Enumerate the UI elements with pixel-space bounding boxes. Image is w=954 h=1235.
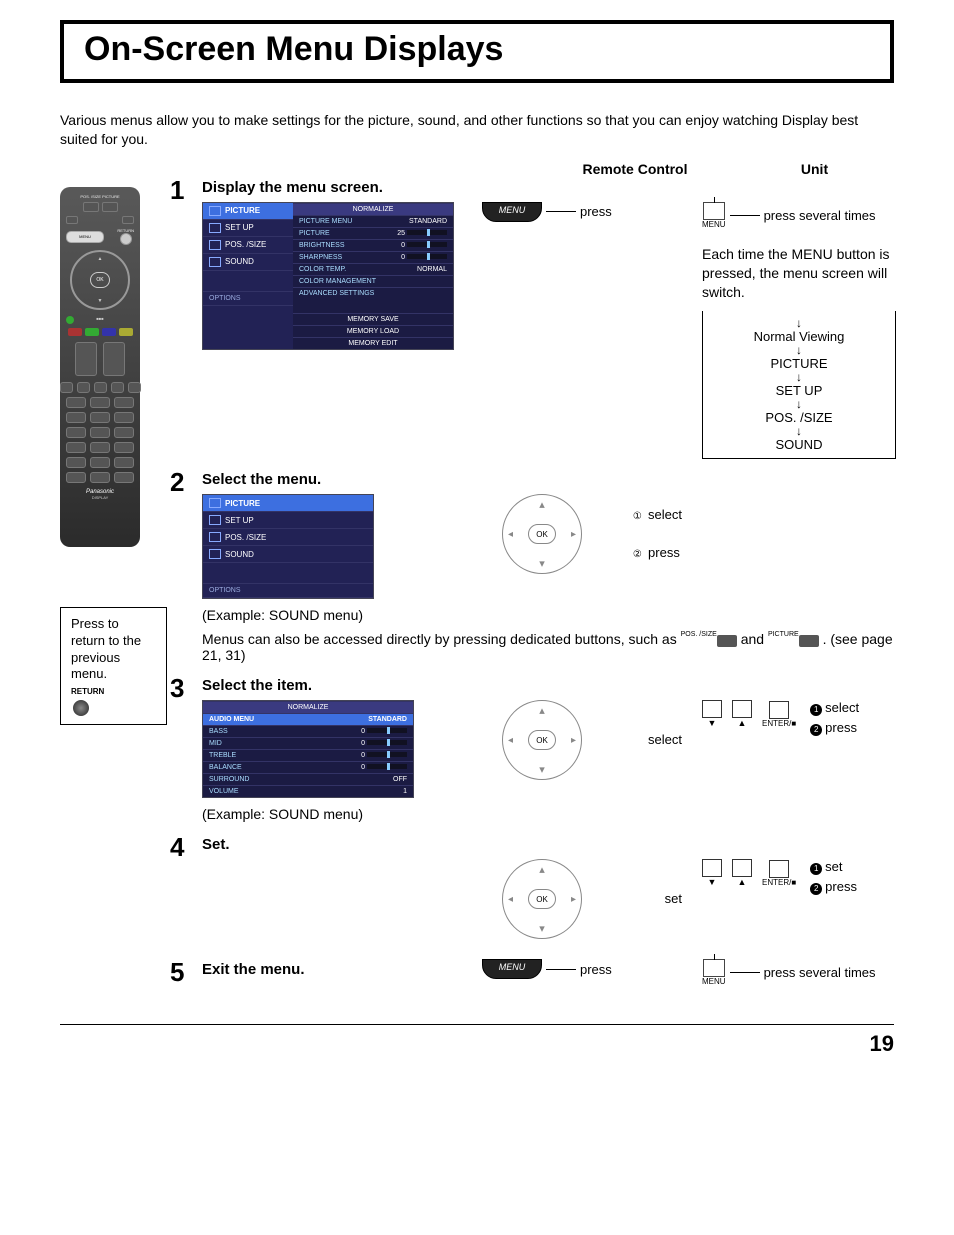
step5-rc-action: press	[580, 962, 612, 977]
step2-select-label: select	[648, 507, 682, 522]
remote-ok-button: OK	[90, 272, 110, 288]
step-5-heading: Exit the menu.	[202, 961, 472, 978]
remote-menu-button: MENU	[66, 231, 104, 243]
menu-button-icon-step5: MENU	[482, 959, 542, 979]
page-title-box: On-Screen Menu Displays	[60, 20, 894, 83]
column-header-remote: Remote Control	[535, 161, 735, 177]
step-3-heading: Select the item.	[202, 677, 896, 694]
page-title: On-Screen Menu Displays	[84, 30, 870, 69]
step-5-number: 5	[170, 959, 202, 985]
menu-flow-diagram: ↓ Normal Viewing ↓ PICTURE ↓ SET UP ↓ PO…	[702, 311, 896, 459]
step-1: 1 Display the menu screen. PICTURE SET U…	[170, 177, 896, 460]
remote-dpad: OK	[70, 250, 130, 310]
step3-select-label: select	[648, 732, 682, 747]
step-4: 4 Set. ◂▸ OK set	[170, 834, 896, 939]
picture-button-icon	[799, 635, 819, 647]
step5-unit-action: press several times	[764, 965, 876, 980]
menu-button-icon: MENU	[482, 202, 542, 222]
step3-example-note: (Example: SOUND menu)	[202, 806, 472, 822]
step1-unit-action: press several times	[764, 208, 876, 223]
intro-text: Various menus allow you to make settings…	[60, 111, 894, 149]
osd-sound-menu: NORMALIZE AUDIO MENUSTANDARD BASS0 MID0 …	[202, 700, 414, 798]
remote-brand-sub: DISPLAY	[92, 495, 109, 500]
dpad-diagram-step3: ◂▸ OK	[502, 700, 582, 780]
step1-unit-note: Each time the MENU button is pressed, th…	[702, 245, 896, 302]
return-button-label: RETURN	[71, 687, 156, 697]
step-2-number: 2	[170, 469, 202, 495]
remote-control-illustration: POS. /SIZE PICTURE MENU RETURN OK ■■■	[60, 187, 140, 547]
step-2-heading: Select the menu.	[202, 471, 896, 488]
remote-return-button	[120, 233, 132, 245]
step-3: 3 Select the item. NORMALIZE AUDIO MENUS…	[170, 675, 896, 824]
step1-rc-action: press	[580, 204, 612, 219]
step-4-number: 4	[170, 834, 202, 860]
dpad-diagram: ◂▸ OK	[502, 494, 582, 574]
column-header-unit: Unit	[735, 161, 894, 177]
remote-button-grid	[66, 382, 134, 483]
return-button-icon	[73, 700, 89, 716]
step2-direct-access-note: Menus can also be accessed directly by p…	[202, 631, 896, 663]
column-headers: Remote Control Unit	[60, 161, 894, 177]
unit-menu-label: MENU	[702, 220, 726, 229]
step4-set-label: set	[665, 891, 682, 906]
osd-menu-list: PICTURE SET UP POS. /SIZE SOUND OPTIONS	[202, 494, 374, 599]
step-2: 2 Select the menu. PICTURE SET UP POS. /…	[170, 469, 896, 665]
step-1-number: 1	[170, 177, 202, 203]
page-number: 19	[60, 1031, 894, 1057]
step2-example-note: (Example: SOUND menu)	[202, 607, 896, 623]
unit-buttons-step4: ▼ ▲ ENTER/■	[702, 859, 796, 887]
unit-buttons-step3: ▼ ▲ ENTER/■	[702, 700, 796, 728]
return-tip-box: Press to return to the previous menu. RE…	[60, 607, 167, 725]
step-1-heading: Display the menu screen.	[202, 179, 896, 196]
unit-menu-button-icon-step5	[703, 959, 725, 977]
dpad-diagram-step4: ◂▸ OK	[502, 859, 582, 939]
unit-menu-button-icon	[703, 202, 725, 220]
step-3-number: 3	[170, 675, 202, 701]
step-5: 5 Exit the menu. MENU press	[170, 959, 896, 986]
remote-color-buttons	[68, 328, 133, 336]
unit-menu-label-step5: MENU	[702, 977, 726, 986]
pos-size-button-icon	[717, 635, 737, 647]
remote-top-labels: POS. /SIZE PICTURE	[66, 195, 134, 199]
step2-press-label: press	[648, 545, 680, 560]
step-4-heading: Set.	[202, 836, 896, 853]
osd-picture-menu: PICTURE SET UP POS. /SIZE SOUND OPTIONS …	[202, 202, 454, 350]
return-tip-text: Press to return to the previous menu.	[71, 616, 156, 684]
